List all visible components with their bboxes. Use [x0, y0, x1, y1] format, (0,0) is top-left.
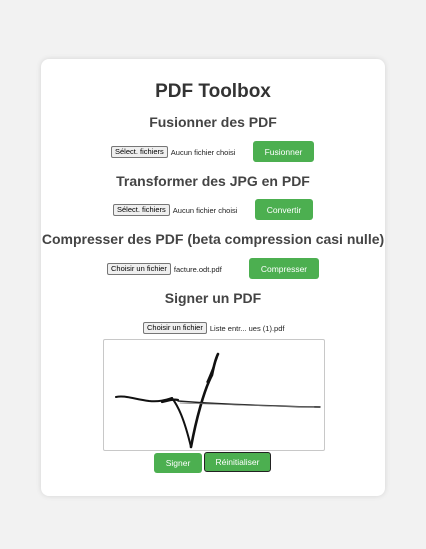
compress-file-status: facture.odt.pdf	[173, 264, 222, 274]
convert-file-select-button[interactable]: Sélect. fichiers	[113, 204, 170, 216]
merge-button[interactable]: Fusionner	[253, 141, 314, 162]
toolbox-card: PDF Toolbox Fusionner des PDF Sélect. fi…	[41, 59, 385, 496]
merge-section-title: Fusionner des PDF	[149, 114, 277, 130]
sign-section-title: Signer un PDF	[164, 290, 262, 306]
convert-button[interactable]: Convertir	[255, 199, 313, 220]
merge-file-input[interactable]: Sélect. fichiers Aucun fichier choisi	[111, 146, 235, 158]
sign-file-input[interactable]: Choisir un fichier Liste entr... ues (1)…	[143, 322, 284, 334]
reset-button[interactable]: Réinitialiser	[204, 452, 271, 472]
convert-section-title: Transformer des JPG en PDF	[116, 173, 310, 189]
compress-file-select-button[interactable]: Choisir un fichier	[107, 263, 171, 275]
signature-canvas[interactable]	[103, 339, 325, 451]
merge-file-status: Aucun fichier choisi	[170, 147, 236, 157]
sign-file-select-button[interactable]: Choisir un fichier	[143, 322, 207, 334]
signature-drawing	[115, 352, 321, 449]
compress-file-input[interactable]: Choisir un fichier facture.odt.pdf	[107, 263, 222, 275]
convert-file-status: Aucun fichier choisi	[172, 205, 238, 215]
merge-file-select-button[interactable]: Sélect. fichiers	[111, 146, 168, 158]
compress-section-title: Compresser des PDF (beta compression cas…	[41, 231, 385, 247]
compress-button[interactable]: Compresser	[249, 258, 319, 279]
page-title: PDF Toolbox	[155, 81, 271, 102]
convert-file-input[interactable]: Sélect. fichiers Aucun fichier choisi	[113, 204, 237, 216]
sign-file-status: Liste entr... ues (1).pdf	[209, 323, 285, 333]
sign-button[interactable]: Signer	[154, 453, 202, 473]
